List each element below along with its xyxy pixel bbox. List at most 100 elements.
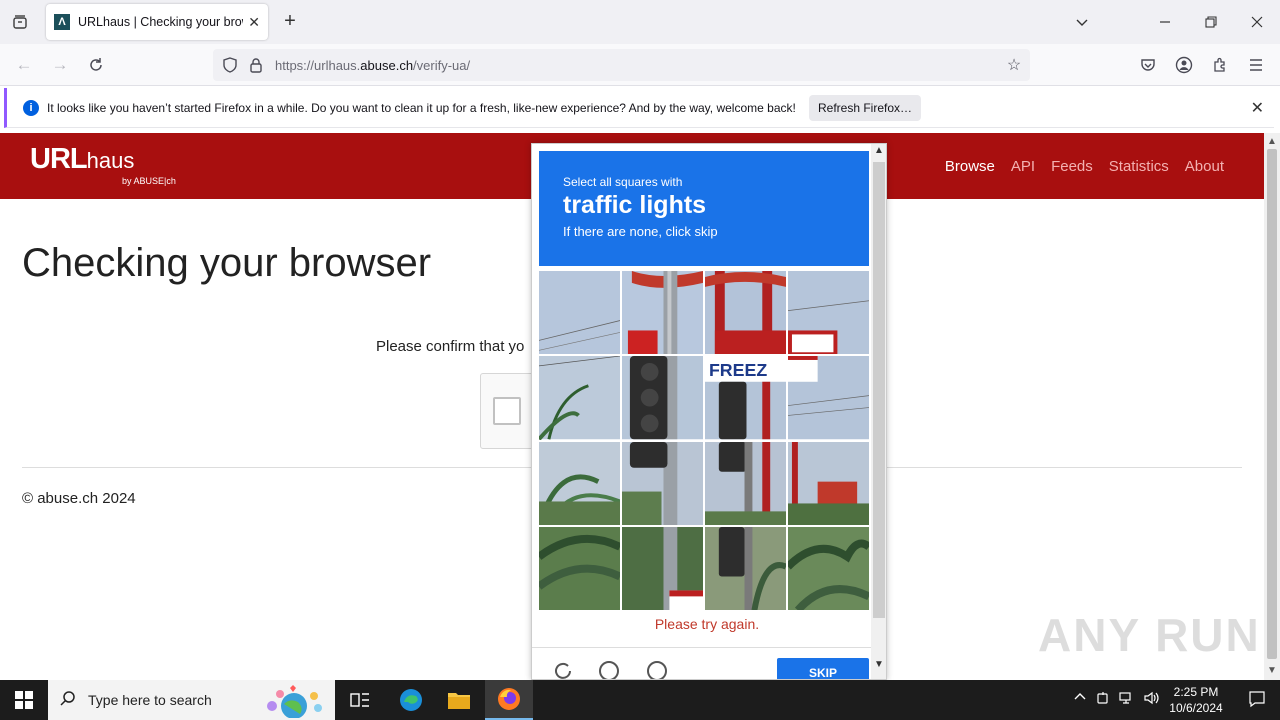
tab-bar: Λ URLhaus | Checking your browser ✕ + xyxy=(0,0,1280,44)
captcha-instructions: Select all squares with traffic lights I… xyxy=(539,151,869,266)
search-placeholder: Type here to search xyxy=(88,692,212,708)
page-title: Checking your browser xyxy=(22,241,432,285)
captcha-scroll-down-icon[interactable]: ▼ xyxy=(874,659,884,670)
captcha-image-grid: FREEZ xyxy=(539,271,869,610)
captcha-tile[interactable] xyxy=(539,356,620,440)
captcha-scrollbar[interactable]: ▲ ▼ xyxy=(871,144,886,679)
captcha-tile[interactable] xyxy=(705,441,786,525)
captcha-error-message: Please try again. xyxy=(654,616,760,632)
reload-challenge-icon[interactable] xyxy=(552,660,574,679)
pocket-icon[interactable] xyxy=(1135,53,1161,77)
tab-title: URLhaus | Checking your browser xyxy=(78,15,243,29)
captcha-tile[interactable] xyxy=(539,441,620,525)
captcha-scroll-up-icon[interactable]: ▲ xyxy=(874,145,884,156)
new-tab-icon[interactable]: + xyxy=(280,10,300,34)
address-bar[interactable]: https://urlhaus.abuse.ch/verify-ua/ ☆ xyxy=(213,49,1030,81)
bookmark-star-icon[interactable]: ☆ xyxy=(1004,55,1024,75)
close-notification-icon[interactable]: ✕ xyxy=(1251,98,1264,118)
scroll-thumb[interactable] xyxy=(1267,149,1277,659)
captcha-tile[interactable] xyxy=(788,356,869,440)
captcha-footer: SKIP xyxy=(532,647,872,679)
captcha-tile[interactable] xyxy=(622,356,703,440)
firefox-taskbar-icon[interactable] xyxy=(485,680,533,720)
forward-arrow-icon[interactable]: → xyxy=(47,53,73,77)
navigation-toolbar: ← → https://urlhaus.abuse.ch/verify-ua/ … xyxy=(0,44,1280,86)
edge-browser-icon[interactable] xyxy=(387,680,435,720)
help-icon[interactable] xyxy=(646,660,668,679)
windows-taskbar: Type here to search 2:25 PM 10/6/2024 xyxy=(0,680,1280,720)
taskbar-search-box[interactable]: Type here to search xyxy=(48,680,335,720)
refresh-firefox-button[interactable]: Refresh Firefox… xyxy=(809,95,921,121)
close-tab-icon[interactable]: ✕ xyxy=(248,14,260,31)
back-arrow-icon[interactable]: ← xyxy=(11,53,37,77)
skip-button[interactable]: SKIP xyxy=(777,658,869,679)
captcha-line1: Select all squares with xyxy=(563,175,683,189)
captcha-tile[interactable] xyxy=(788,441,869,525)
list-all-tabs-icon[interactable] xyxy=(8,10,32,34)
confirm-text: Please confirm that yo xyxy=(376,338,525,355)
captcha-tile[interactable] xyxy=(788,271,869,355)
browser-tab[interactable]: Λ URLhaus | Checking your browser ✕ xyxy=(46,4,268,40)
tracking-protection-shield-icon[interactable] xyxy=(221,56,239,74)
clock-time: 2:25 PM xyxy=(1173,685,1219,699)
notification-center-icon[interactable] xyxy=(1248,690,1266,711)
site-nav: Browse API Feeds Statistics About xyxy=(945,158,1224,175)
recaptcha-checkbox[interactable] xyxy=(493,397,521,425)
nav-about[interactable]: About xyxy=(1185,158,1224,175)
info-icon: i xyxy=(23,100,39,116)
url-text[interactable]: https://urlhaus.abuse.ch/verify-ua/ xyxy=(275,58,470,73)
meet-now-icon[interactable] xyxy=(1096,691,1110,708)
task-view-icon[interactable] xyxy=(336,680,384,720)
scroll-up-icon[interactable]: ▲ xyxy=(1267,136,1277,147)
copyright: © abuse.ch 2024 xyxy=(22,490,136,507)
captcha-tile[interactable] xyxy=(705,271,786,355)
nav-api[interactable]: API xyxy=(1011,158,1035,175)
captcha-scroll-thumb[interactable] xyxy=(873,162,885,618)
search-icon xyxy=(60,690,76,711)
file-explorer-icon[interactable] xyxy=(435,680,483,720)
account-icon[interactable] xyxy=(1171,53,1197,77)
url-domain: abuse.ch xyxy=(360,58,414,73)
captcha-target: traffic lights xyxy=(563,191,707,219)
nav-statistics[interactable]: Statistics xyxy=(1109,158,1169,175)
captcha-line3: If there are none, click skip xyxy=(563,224,718,239)
captcha-tile[interactable] xyxy=(539,526,620,610)
chevron-down-icon[interactable] xyxy=(1068,8,1096,36)
network-icon[interactable] xyxy=(1119,691,1135,708)
urlhaus-logo[interactable]: URLhaus by ABUSE|ch xyxy=(30,143,176,186)
search-highlight-globe-icon xyxy=(267,685,322,718)
page-scrollbar[interactable]: ▲ ▼ xyxy=(1264,133,1280,680)
url-path: /verify-ua/ xyxy=(413,58,471,73)
refresh-firefox-notification: i It looks like you haven’t started Fire… xyxy=(4,88,1274,128)
volume-icon[interactable] xyxy=(1144,691,1160,708)
captcha-tile[interactable]: FREEZ xyxy=(705,356,786,440)
taskbar-clock[interactable]: 2:25 PM 10/6/2024 xyxy=(1166,684,1226,716)
logo-main: URL xyxy=(30,143,88,175)
captcha-tile[interactable] xyxy=(622,526,703,610)
captcha-tile[interactable] xyxy=(705,526,786,610)
url-prefix: https://urlhaus. xyxy=(275,58,361,73)
clock-date: 10/6/2024 xyxy=(1169,701,1223,715)
scroll-down-icon[interactable]: ▼ xyxy=(1267,665,1277,676)
lock-icon[interactable] xyxy=(247,56,265,74)
captcha-challenge-popup: Select all squares with traffic lights I… xyxy=(531,143,887,680)
nav-browse[interactable]: Browse xyxy=(945,158,995,175)
captcha-tile[interactable] xyxy=(622,271,703,355)
restore-icon[interactable] xyxy=(1197,8,1225,36)
nav-feeds[interactable]: Feeds xyxy=(1051,158,1093,175)
logo-sub: haus xyxy=(86,148,135,173)
extensions-icon[interactable] xyxy=(1207,53,1233,77)
captcha-tile[interactable] xyxy=(622,441,703,525)
reload-icon[interactable] xyxy=(83,53,109,77)
urlhaus-favicon-icon: Λ xyxy=(54,14,70,30)
windows-start-icon[interactable] xyxy=(0,680,48,720)
captcha-tile[interactable] xyxy=(539,271,620,355)
chevron-up-icon[interactable] xyxy=(1074,691,1086,706)
logo-by: by ABUSE|ch xyxy=(122,176,176,186)
close-window-icon[interactable] xyxy=(1243,8,1271,36)
minimize-icon[interactable] xyxy=(1151,8,1179,36)
svg-text:FREEZ: FREEZ xyxy=(709,360,767,380)
hamburger-menu-icon[interactable] xyxy=(1243,53,1269,77)
captcha-tile[interactable] xyxy=(788,526,869,610)
audio-challenge-icon[interactable] xyxy=(598,660,620,679)
